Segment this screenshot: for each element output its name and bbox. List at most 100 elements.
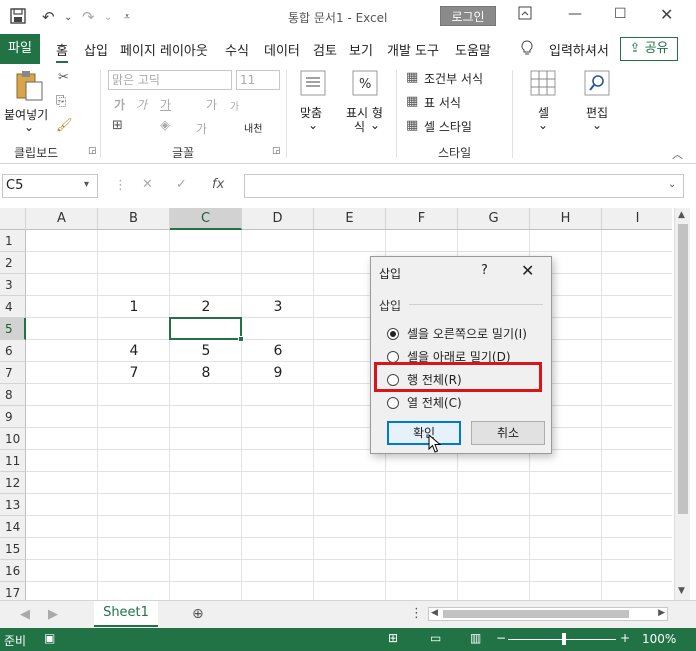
- customize-qat-icon[interactable]: ⩡: [124, 10, 130, 24]
- column-header-c[interactable]: C: [170, 208, 242, 230]
- scroll-up-icon[interactable]: ▲: [678, 210, 685, 220]
- scroll-thumb[interactable]: [678, 224, 688, 514]
- undo-icon[interactable]: ↶: [42, 8, 55, 26]
- tab-insert[interactable]: 삽입: [84, 40, 108, 59]
- font-size-combo[interactable]: 11: [236, 70, 280, 90]
- formula-input[interactable]: [244, 174, 684, 198]
- tell-me-search[interactable]: 입력하셔서: [549, 40, 609, 59]
- dialog-close-icon[interactable]: ✕: [521, 261, 534, 280]
- row-header-12[interactable]: 12: [0, 472, 26, 494]
- border-icon[interactable]: ⊞: [112, 118, 123, 133]
- conditional-format-label[interactable]: 조건부 서식: [424, 70, 483, 87]
- row-header-4[interactable]: 4: [0, 296, 26, 318]
- row-header-1[interactable]: 1: [0, 230, 26, 252]
- font-name-combo[interactable]: 맑은 고딕: [108, 70, 232, 90]
- row-header-7[interactable]: 7: [0, 362, 26, 384]
- cell-d7[interactable]: 9: [242, 362, 314, 384]
- option-shift-right[interactable]: 셀을 오른쪽으로 밀기(I): [387, 325, 527, 342]
- minimize-icon[interactable]: —: [568, 6, 582, 22]
- row-header-14[interactable]: 14: [0, 516, 26, 538]
- scroll-down-icon[interactable]: ▼: [678, 586, 685, 596]
- row-header-16[interactable]: 16: [0, 560, 26, 582]
- row-header-15[interactable]: 15: [0, 538, 26, 560]
- row-header-13[interactable]: 13: [0, 494, 26, 516]
- number-format-label-2[interactable]: 식: [354, 118, 365, 135]
- bold-icon[interactable]: 가: [114, 96, 125, 113]
- save-icon[interactable]: [10, 8, 26, 28]
- column-header-i[interactable]: I: [602, 208, 672, 230]
- macro-record-icon[interactable]: ▣: [44, 631, 55, 645]
- cells-dropdown-icon[interactable]: ⌄: [538, 118, 548, 132]
- collapse-ribbon-icon[interactable]: ︿: [672, 146, 683, 162]
- row-header-10[interactable]: 10: [0, 428, 26, 450]
- row-header-6[interactable]: 6: [0, 340, 26, 362]
- row-header-8[interactable]: 8: [0, 384, 26, 406]
- table-format-label[interactable]: 표 서식: [424, 94, 461, 111]
- find-icon[interactable]: [584, 70, 610, 100]
- cell-c6[interactable]: 5: [170, 340, 242, 362]
- column-header-h[interactable]: H: [530, 208, 602, 230]
- undo-dropdown-icon[interactable]: ⌄: [64, 12, 72, 23]
- tab-file[interactable]: 파일: [0, 34, 40, 64]
- ok-button[interactable]: 확인: [387, 421, 461, 445]
- cancel-entry-icon[interactable]: ✕: [142, 177, 153, 192]
- cell-d6[interactable]: 6: [242, 340, 314, 362]
- column-header-g[interactable]: G: [458, 208, 530, 230]
- row-header-17[interactable]: 17: [0, 582, 26, 600]
- radio-shift-right[interactable]: [387, 328, 399, 340]
- font-color-icon[interactable]: 가: [196, 120, 207, 137]
- paste-icon[interactable]: [14, 70, 44, 106]
- row-header-11[interactable]: 11: [0, 450, 26, 472]
- cell-style-icon[interactable]: ▦: [406, 118, 418, 133]
- radio-entire-column[interactable]: [387, 397, 399, 409]
- page-layout-view-icon[interactable]: ▭: [430, 631, 441, 645]
- vertical-scrollbar[interactable]: ▲ ▼: [674, 208, 690, 600]
- column-header-d[interactable]: D: [242, 208, 314, 230]
- zoom-in-icon[interactable]: +: [620, 631, 630, 645]
- zoom-slider-thumb[interactable]: [562, 633, 566, 645]
- underline-icon[interactable]: 가: [160, 96, 171, 113]
- share-button[interactable]: ⇪ 공유: [620, 37, 678, 61]
- maximize-icon[interactable]: ☐: [614, 6, 627, 22]
- worksheet-grid[interactable]: A B C D E F G H I 1 2 3 4 5 6 7 8 9 10 11 12 13 14 15 16 17 1 2 3 4 5 6…: [0, 208, 672, 600]
- tab-developer[interactable]: 개발 도구: [387, 40, 439, 59]
- number-dropdown-icon[interactable]: ⌄: [370, 118, 380, 132]
- cell-b7[interactable]: 7: [98, 362, 170, 384]
- cancel-button[interactable]: 취소: [471, 421, 545, 445]
- zoom-level[interactable]: 100%: [642, 632, 676, 646]
- alignment-dropdown-icon[interactable]: ⌄: [308, 118, 318, 132]
- tab-review[interactable]: 검토: [313, 40, 337, 59]
- help-icon[interactable]: ?: [481, 263, 488, 278]
- hscroll-thumb[interactable]: [443, 610, 629, 618]
- tab-home[interactable]: 홈: [56, 40, 68, 63]
- sheet-tab-sheet1[interactable]: Sheet1: [94, 601, 158, 627]
- select-all-corner[interactable]: [0, 208, 26, 230]
- table-format-icon[interactable]: ▦: [406, 94, 418, 109]
- zoom-out-icon[interactable]: −: [496, 631, 506, 645]
- close-icon[interactable]: ✕: [660, 5, 673, 24]
- selected-cell-outline[interactable]: [169, 317, 242, 340]
- row-header-3[interactable]: 3: [0, 274, 26, 296]
- decrease-font-icon[interactable]: 가: [230, 98, 239, 113]
- conditional-format-icon[interactable]: ▦: [406, 70, 418, 85]
- copy-icon[interactable]: ⎘: [56, 94, 66, 109]
- column-header-a[interactable]: A: [26, 208, 98, 230]
- confirm-entry-icon[interactable]: ✓: [176, 177, 187, 192]
- percent-icon[interactable]: %: [352, 70, 378, 100]
- tab-formulas[interactable]: 수식: [225, 40, 249, 59]
- scroll-left-icon[interactable]: ◀: [431, 608, 438, 618]
- redo-icon[interactable]: ↷: [82, 8, 95, 26]
- name-box-dropdown-icon[interactable]: ▾: [84, 179, 89, 190]
- cell-b6[interactable]: 4: [98, 340, 170, 362]
- increase-font-icon[interactable]: 가: [206, 96, 217, 113]
- expand-formula-icon[interactable]: ⌄: [668, 179, 676, 190]
- scroll-right-icon[interactable]: ▶: [658, 608, 665, 618]
- paste-dropdown-icon[interactable]: ⌄: [24, 120, 34, 134]
- cell-c7[interactable]: 8: [170, 362, 242, 384]
- page-break-view-icon[interactable]: ▥: [470, 631, 481, 645]
- alignment-icon[interactable]: [300, 70, 326, 100]
- italic-icon[interactable]: 가: [136, 96, 147, 113]
- lightbulb-icon[interactable]: [520, 40, 534, 60]
- normal-view-icon[interactable]: ⊞: [388, 631, 398, 645]
- login-button[interactable]: 로그인: [440, 6, 496, 26]
